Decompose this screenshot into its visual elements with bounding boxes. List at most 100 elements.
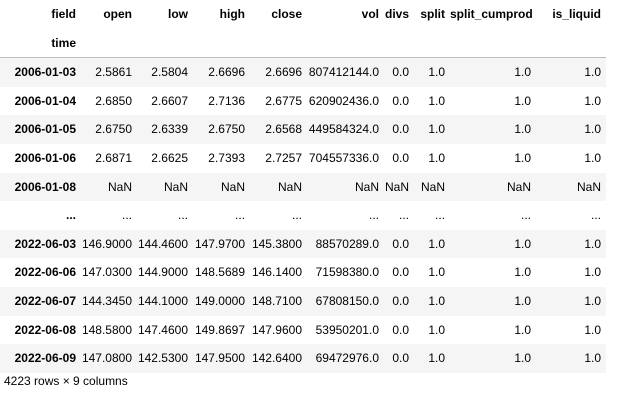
table-cell: NaN	[220, 179, 245, 194]
table-cell: 1.0	[514, 322, 531, 337]
table-cell: 1.0	[514, 93, 531, 108]
dataframe-shape-summary: 4223 rows × 9 columns	[4, 374, 128, 388]
table-cell: 1.0	[428, 122, 445, 137]
row-index-label: 2006-01-08	[14, 179, 76, 194]
table-cell: 2.7393	[208, 150, 245, 165]
table-row: 2006-01-03 2.5861 2.5804 2.6696 2.6696 807412…	[0, 57, 606, 87]
column-header-close: close	[271, 7, 302, 21]
table-row: 2022-06-09 147.0800 142.5300 147.9500 142.64…	[0, 344, 606, 373]
table-cell: 1.0	[584, 265, 601, 280]
header-row-columns: field open low high close vol divs split split_…	[0, 0, 606, 29]
header-blank-cell	[384, 28, 414, 59]
table-cell: ...	[121, 208, 132, 223]
table-cell: 0.0	[392, 236, 409, 251]
table-cell: 142.6400	[251, 351, 302, 366]
table-cell: 1.0	[428, 351, 445, 366]
header-blank-cell	[250, 28, 307, 59]
table-cell: 2.6607	[151, 93, 188, 108]
table-cell: 149.0000	[194, 293, 245, 308]
header-blank-cell	[137, 28, 193, 59]
column-header-split: split	[420, 7, 445, 21]
column-header-divs: divs	[384, 7, 409, 21]
row-index-label: 2006-01-06	[14, 150, 76, 165]
table-cell: 0.0	[392, 150, 409, 165]
table-cell: 2.7257	[265, 150, 302, 165]
row-index-label: 2006-01-03	[14, 65, 76, 80]
table-cell: 2.5804	[151, 65, 188, 80]
table-cell: ...	[368, 208, 379, 223]
table-cell: 53950201.0	[315, 322, 379, 337]
table-cell: 2.6775	[265, 93, 302, 108]
table-cell: 1.0	[514, 293, 531, 308]
table-cell: 449584324.0	[308, 122, 379, 137]
table-cell: 2.6750	[95, 122, 132, 137]
table-cell: 0.0	[392, 65, 409, 80]
table-cell: 149.8697	[194, 322, 245, 337]
table-cell: 1.0	[428, 322, 445, 337]
table-cell: 144.1000	[137, 293, 188, 308]
table-cell: 144.3450	[81, 293, 132, 308]
column-header-split-cumprod: split_cumprod	[450, 7, 533, 21]
dataframe-table: field open low high close vol divs split split_…	[0, 0, 606, 373]
table-cell: NaN	[576, 179, 601, 194]
table-cell: 704557336.0	[308, 150, 379, 165]
header-blank-cell	[450, 28, 536, 59]
table-cell: 147.0300	[81, 265, 132, 280]
table-row: 2022-06-07 144.3450 144.1000 149.0000 148.71…	[0, 286, 606, 316]
table-header: field open low high close vol divs split split_…	[0, 0, 606, 59]
row-index-label: 2022-06-08	[14, 322, 76, 337]
row-index-label: 2022-06-06	[14, 265, 76, 280]
table-cell: 1.0	[428, 150, 445, 165]
table-cell: 1.0	[514, 265, 531, 280]
table-cell: 2.6339	[151, 122, 188, 137]
table-cell: 1.0	[584, 322, 601, 337]
table-cell: 0.0	[392, 122, 409, 137]
table-row: 2006-01-05 2.6750 2.6339 2.6750 2.6568 449584…	[0, 115, 606, 144]
table-cell: 1.0	[428, 65, 445, 80]
table-cell: 1.0	[514, 150, 531, 165]
table-cell: 146.9000	[81, 236, 132, 251]
table-cell: 2.6696	[208, 65, 245, 80]
table-cell: 620902436.0	[308, 93, 379, 108]
table-cell: 144.4600	[137, 236, 188, 251]
table-cell: ...	[434, 208, 445, 223]
table-cell: 148.5800	[81, 322, 132, 337]
table-cell: ...	[234, 208, 245, 223]
table-cell: 147.9700	[194, 236, 245, 251]
table-cell: 0.0	[392, 351, 409, 366]
table-cell: ...	[291, 208, 302, 223]
table-cell: 69472976.0	[315, 351, 379, 366]
table-cell: 1.0	[584, 93, 601, 108]
table-cell: NaN	[420, 179, 445, 194]
table-cell: 807412144.0	[308, 65, 379, 80]
table-row: 2006-01-06 2.6871 2.6625 2.7393 2.7257 704557…	[0, 143, 606, 173]
table-row: ..............................	[0, 201, 606, 230]
table-row: 2022-06-08 148.5800 147.4600 149.8697 147.96…	[0, 315, 606, 345]
table-cell: 144.9000	[137, 265, 188, 280]
table-cell: 146.1400	[251, 265, 302, 280]
header-blank-cell	[81, 28, 137, 59]
table-cell: 1.0	[428, 293, 445, 308]
table-cell: NaN	[506, 179, 531, 194]
table-cell: 0.0	[392, 265, 409, 280]
dataframe-output: field open low high close vol divs split split_…	[0, 0, 606, 373]
table-cell: 147.9500	[194, 351, 245, 366]
table-row: 2006-01-08 NaN NaN NaN NaN NaN NaN NaN NaN NaN	[0, 172, 606, 202]
table-cell: 2.6696	[265, 65, 302, 80]
table-cell: 71598380.0	[315, 265, 379, 280]
index-name-field: field	[51, 7, 76, 21]
header-row-index-name: time	[0, 28, 606, 59]
table-cell: ...	[398, 208, 409, 223]
table-body: 2006-01-03 2.5861 2.5804 2.6696 2.6696 807412…	[0, 57, 606, 373]
header-blank-cell	[414, 28, 450, 59]
table-cell: 1.0	[584, 122, 601, 137]
column-header-open: open	[103, 7, 132, 21]
table-cell: 2.5861	[95, 65, 132, 80]
row-index-label: 2022-06-03	[14, 236, 76, 251]
table-cell: 148.7100	[251, 293, 302, 308]
row-index-label: 2022-06-09	[14, 351, 76, 366]
table-cell: 1.0	[514, 122, 531, 137]
table-cell: 1.0	[584, 293, 601, 308]
column-header-vol: vol	[361, 7, 379, 21]
table-cell: 0.0	[392, 322, 409, 337]
